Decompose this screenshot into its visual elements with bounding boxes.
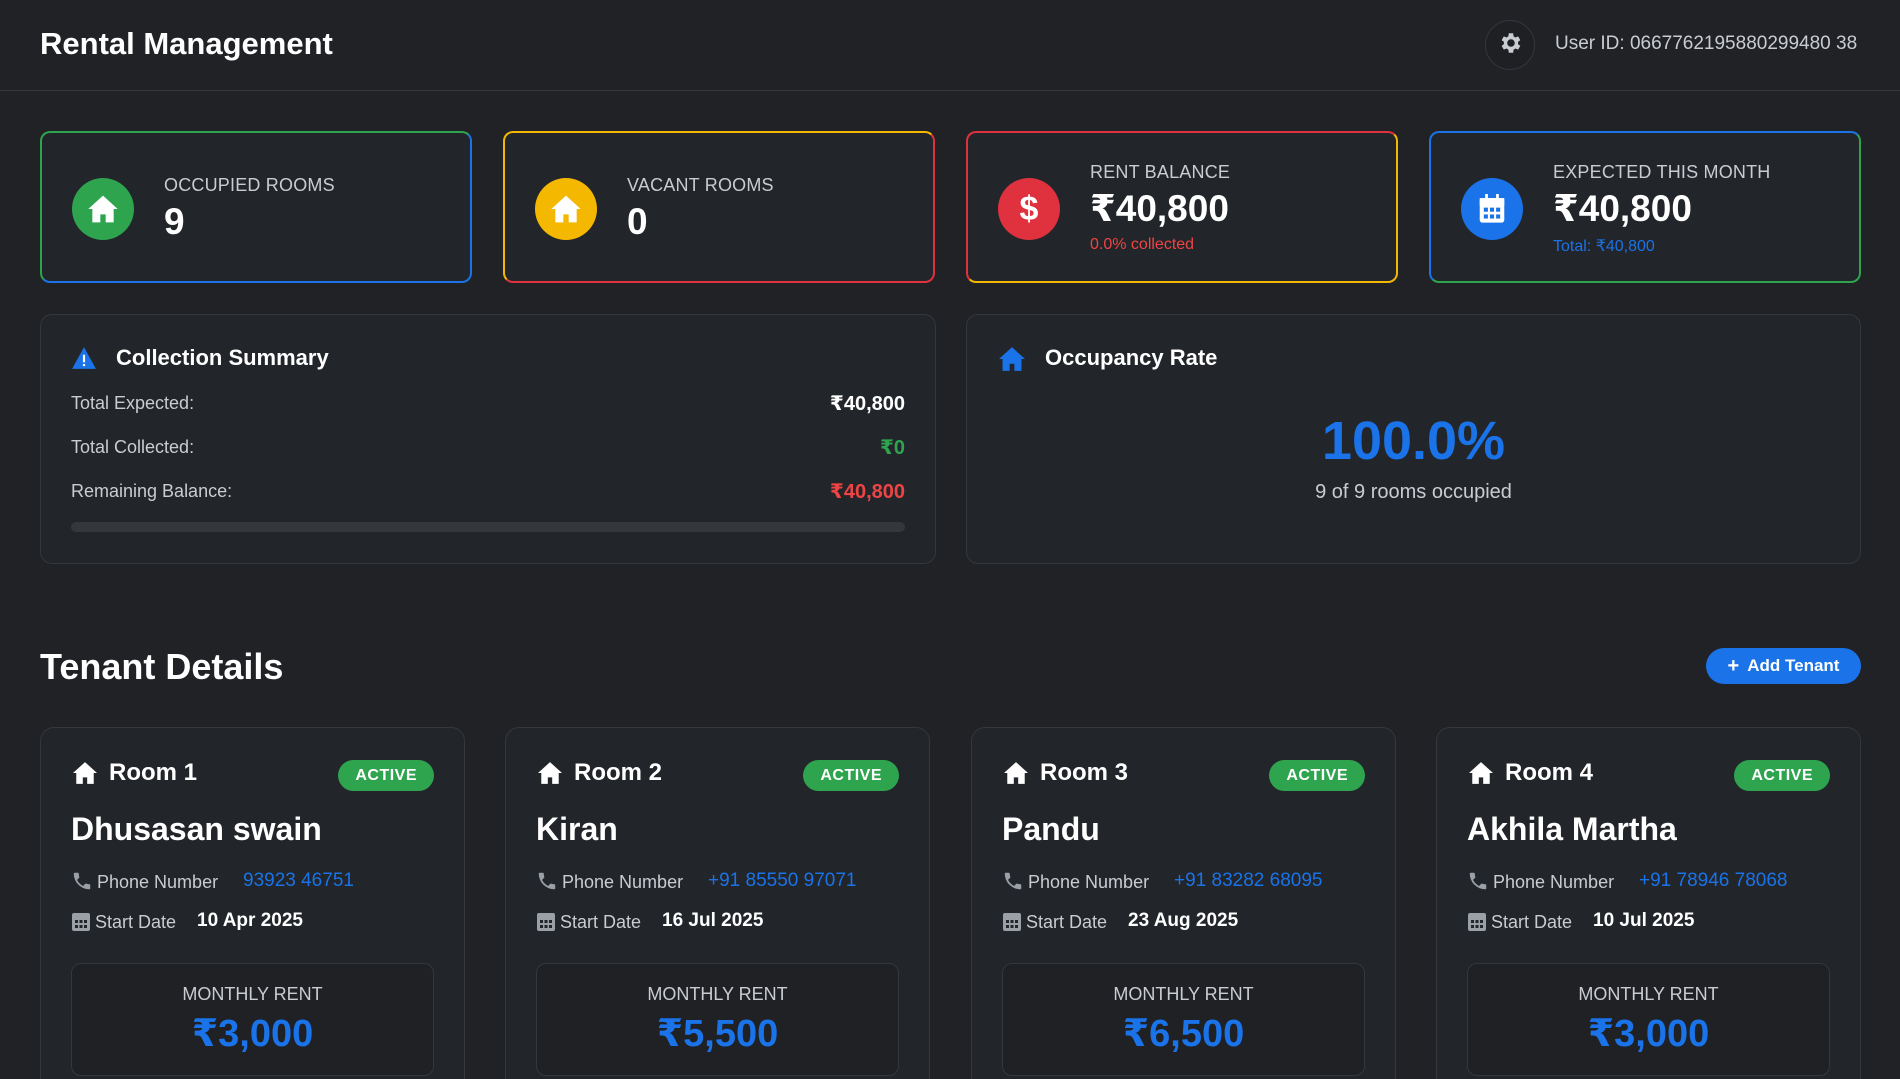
date-label: Start Date [560,912,642,932]
dollar-icon: $ [998,178,1060,240]
summary-value: ₹40,800 [829,393,905,415]
section-title: Tenant Details [40,646,284,687]
stat-value: ₹40,800 [1090,188,1229,229]
phone-value[interactable]: +91 78946 78068 [1639,870,1787,892]
phone-icon [536,870,558,897]
tenant-name: Pandu [1002,811,1100,847]
occupancy-value: 100.0% [1321,411,1506,471]
collection-summary-panel: Collection Summary Total Expected: ₹40,8… [40,314,936,564]
start-date-value: 10 Jul 2025 [1593,910,1695,931]
status-badge: ACTIVE [803,760,899,791]
date-label: Start Date [1026,912,1108,932]
tenant-name: Akhila Martha [1467,811,1677,847]
tenant-card[interactable]: Room 3 ACTIVE Pandu Phone Number +91 832… [971,727,1396,1079]
rent-label: MONTHLY RENT [647,984,788,1004]
date-label: Start Date [1491,912,1573,932]
phone-label: Phone Number [1493,872,1615,892]
rent-value: ₹6,500 [1122,1013,1245,1055]
phone-value[interactable]: +91 83282 68095 [1174,870,1322,892]
monthly-rent-box: MONTHLY RENT ₹3,000 [71,963,434,1076]
settings-button[interactable] [1485,20,1535,70]
occupancy-sub: 9 of 9 rooms occupied [1315,481,1512,503]
rent-value: ₹5,500 [656,1013,779,1055]
monthly-rent-box: MONTHLY RENT ₹6,500 [1002,963,1365,1076]
phone-value[interactable]: 93923 46751 [243,870,354,892]
rent-value: ₹3,000 [1587,1013,1710,1055]
status-badge: ACTIVE [338,760,434,791]
stat-label: OCCUPIED ROOMS [164,175,335,195]
summary-label: Total Collected: [71,437,195,457]
app-title: Rental Management [40,26,333,61]
plus-icon: + [1727,655,1740,677]
calendar-icon [1002,910,1022,937]
house-icon [1002,761,1030,790]
tenant-name: Kiran [536,811,618,847]
warning-icon [71,346,97,375]
phone-value[interactable]: +91 85550 97071 [708,870,856,892]
rent-label: MONTHLY RENT [1113,984,1254,1004]
monthly-rent-box: MONTHLY RENT ₹5,500 [536,963,899,1076]
house-icon [71,761,99,790]
phone-icon [1002,870,1024,897]
stat-label: EXPECTED THIS MONTH [1553,162,1771,182]
phone-label: Phone Number [562,872,684,892]
calendar-icon [1461,178,1523,240]
calendar-icon [536,910,556,937]
status-badge: ACTIVE [1269,760,1365,791]
stat-value: 0 [627,201,648,242]
collection-progress-bar [71,522,905,532]
tenant-name: Dhusasan swain [71,811,322,847]
monthly-rent-box: MONTHLY RENT ₹3,000 [1467,963,1830,1076]
rent-balance-card: $ RENT BALANCE ₹40,800 0.0% collected [966,131,1398,283]
house-icon [1467,761,1495,790]
panel-title: Collection Summary [116,345,329,370]
stat-sub: 0.0% collected [1090,236,1195,253]
summary-value: ₹40,800 [829,481,905,503]
calendar-icon [1467,910,1487,937]
summary-label: Remaining Balance: [71,481,233,501]
start-date-value: 16 Jul 2025 [662,910,764,931]
expected-month-card: EXPECTED THIS MONTH ₹40,800 Total: ₹40,8… [1429,131,1861,283]
stat-value: 9 [164,201,185,242]
phone-icon [71,870,93,897]
start-date-value: 10 Apr 2025 [197,910,303,931]
stat-label: VACANT ROOMS [627,175,774,195]
top-bar: Rental Management User ID: 0667762195880… [0,0,1900,91]
summary-value: ₹0 [879,437,905,459]
occupied-house-icon [72,178,134,240]
stat-sub: Total: ₹40,800 [1553,238,1655,255]
panel-title: Occupancy Rate [1045,345,1218,370]
tenant-card[interactable]: Room 4 ACTIVE Akhila Martha Phone Number… [1436,727,1861,1079]
occupied-rooms-card: OCCUPIED ROOMS 9 [40,131,472,283]
room-label: Room 3 [1040,759,1129,786]
summary-label: Total Expected: [71,393,195,413]
room-label: Room 2 [574,759,663,786]
date-label: Start Date [95,912,177,932]
stat-value: ₹40,800 [1553,188,1692,229]
add-tenant-label: Add Tenant [1747,656,1840,675]
rent-value: ₹3,000 [191,1013,314,1055]
add-tenant-button[interactable]: + Add Tenant [1706,648,1861,684]
user-id: User ID: 0667762195880299480 38 [1555,33,1858,54]
house-icon [536,761,564,790]
room-label: Room 4 [1505,759,1594,786]
tenant-card[interactable]: Room 1 ACTIVE Dhusasan swain Phone Numbe… [40,727,465,1079]
status-badge: ACTIVE [1734,760,1830,791]
vacant-house-icon [535,178,597,240]
occupancy-rate-panel: Occupancy Rate 100.0% 9 of 9 rooms occup… [966,314,1861,564]
gear-icon [1497,30,1523,61]
stat-label: RENT BALANCE [1090,162,1231,182]
calendar-icon [71,910,91,937]
start-date-value: 23 Aug 2025 [1128,910,1239,931]
phone-label: Phone Number [1028,872,1150,892]
rent-label: MONTHLY RENT [1578,984,1719,1004]
tenant-card[interactable]: Room 2 ACTIVE Kiran Phone Number +91 855… [505,727,930,1079]
rent-label: MONTHLY RENT [182,984,323,1004]
phone-icon [1467,870,1489,897]
vacant-rooms-card: VACANT ROOMS 0 [503,131,935,283]
room-label: Room 1 [109,759,198,786]
phone-label: Phone Number [97,872,219,892]
house-icon [997,346,1027,377]
